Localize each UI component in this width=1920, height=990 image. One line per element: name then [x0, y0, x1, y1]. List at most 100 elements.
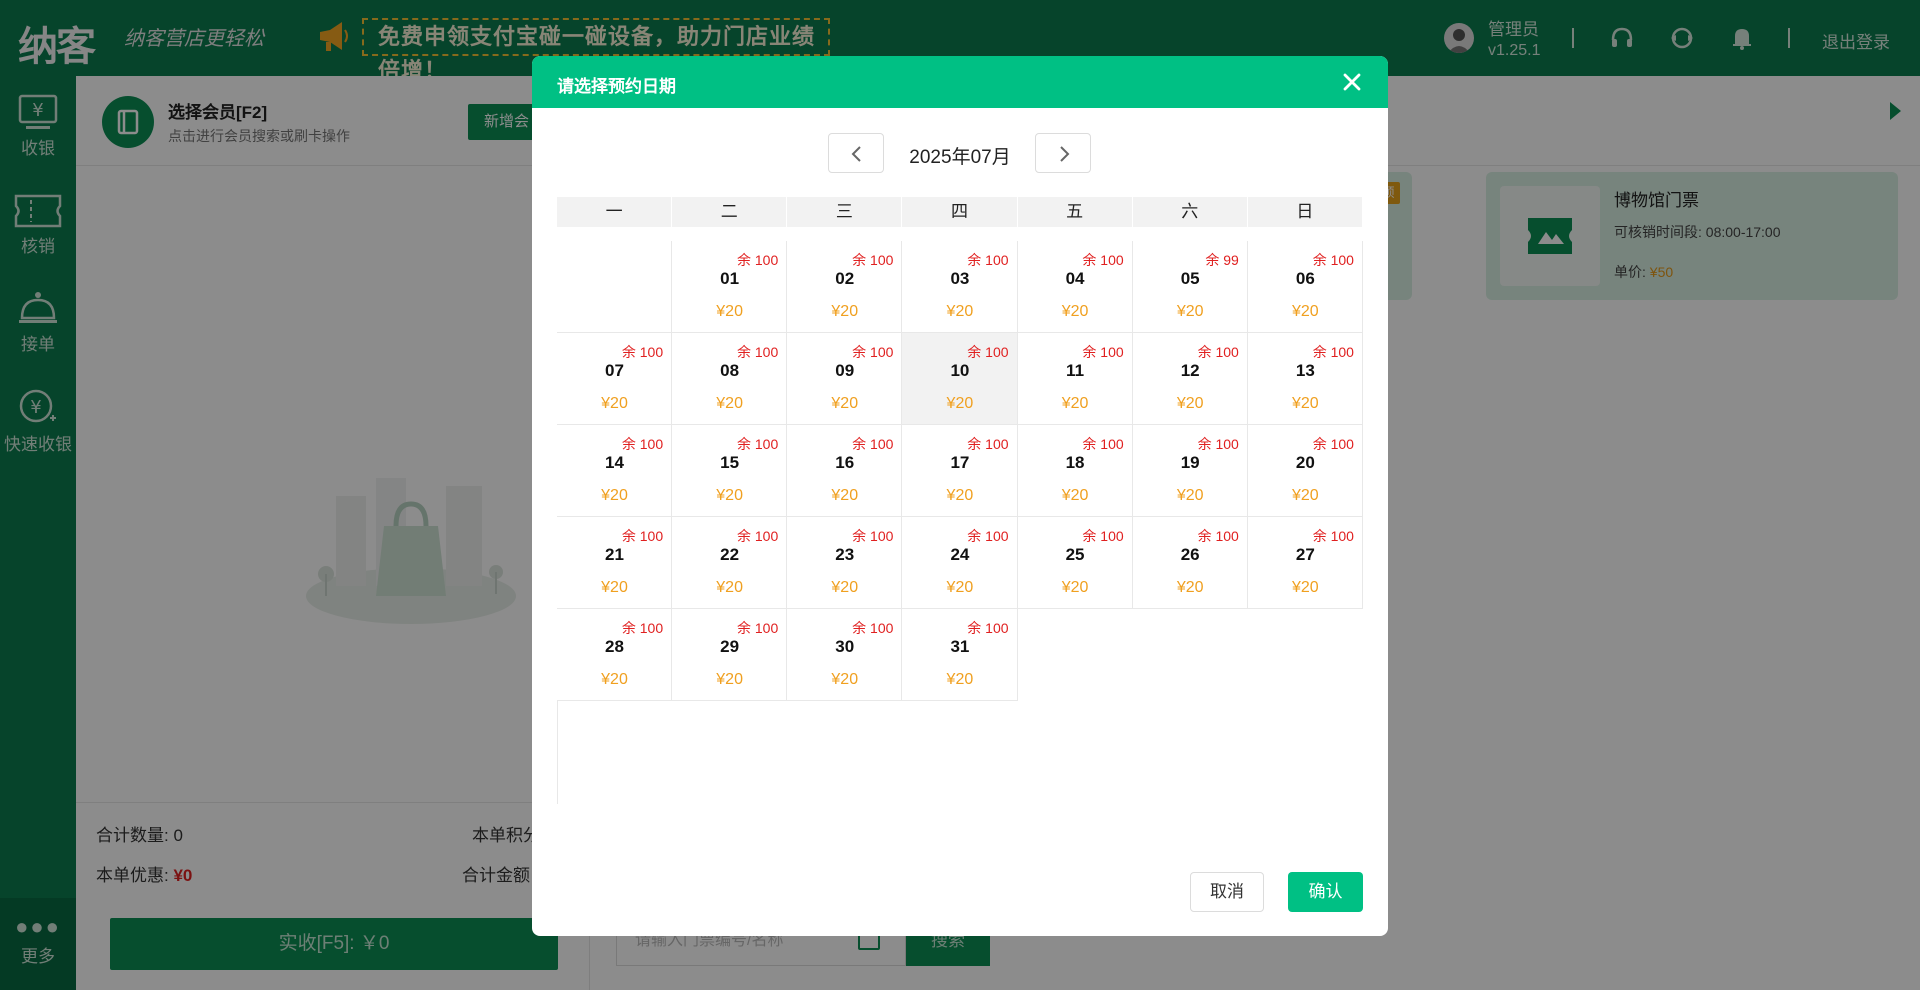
- day-price: ¥20: [831, 303, 859, 320]
- day-remaining: 余 100: [737, 620, 779, 636]
- calendar-day-cell[interactable]: 余 100 07 ¥20: [557, 333, 673, 425]
- calendar-day-cell[interactable]: 余 100 29 ¥20: [672, 609, 788, 701]
- day-number: 10: [950, 361, 970, 380]
- calendar-day-cell[interactable]: 余 100 28 ¥20: [557, 609, 673, 701]
- close-icon[interactable]: [1340, 70, 1364, 94]
- day-remaining: 余 100: [737, 436, 779, 452]
- day-number: 17: [950, 453, 970, 472]
- day-remaining: 余 100: [1312, 436, 1354, 452]
- day-number: 16: [835, 453, 855, 472]
- day-number: 24: [950, 545, 970, 564]
- day-price: ¥20: [831, 671, 859, 688]
- day-remaining: 余 100: [1082, 436, 1124, 452]
- calendar-day-cell[interactable]: 余 100 13 ¥20: [1247, 333, 1363, 425]
- day-remaining: 余 100: [621, 528, 664, 544]
- day-number: 27: [1295, 545, 1315, 564]
- calendar-day-cell[interactable]: 余 100 09 ¥20: [787, 333, 903, 425]
- day-price: ¥20: [601, 487, 628, 504]
- day-number: 28: [605, 637, 624, 656]
- calendar-day-cell[interactable]: 余 100 15 ¥20: [672, 425, 788, 517]
- calendar-day-cell[interactable]: 余 100 06 ¥20: [1247, 241, 1363, 333]
- weekday-mon: 一: [557, 197, 673, 227]
- day-price: ¥20: [946, 487, 974, 504]
- day-price: ¥20: [1061, 395, 1089, 412]
- calendar-day-cell[interactable]: 余 100 26 ¥20: [1132, 517, 1248, 609]
- calendar-day-cell[interactable]: 余 100 24 ¥20: [902, 517, 1018, 609]
- calendar-day-cell[interactable]: 余 100 27 ¥20: [1247, 517, 1363, 609]
- calendar-day-cell[interactable]: 余 100 14 ¥20: [557, 425, 673, 517]
- day-number: 25: [1065, 545, 1085, 564]
- day-number: 19: [1180, 453, 1200, 472]
- day-price: ¥20: [601, 579, 628, 596]
- day-remaining: 余 100: [1082, 344, 1124, 360]
- day-price: ¥20: [716, 671, 743, 688]
- day-price: ¥20: [1176, 579, 1204, 596]
- calendar-day-cell[interactable]: 余 100 03 ¥20: [902, 241, 1018, 333]
- calendar-day-cell[interactable]: 余 100 17 ¥20: [902, 425, 1018, 517]
- calendar-day-cell[interactable]: 余 100 12 ¥20: [1132, 333, 1248, 425]
- day-number: 22: [720, 545, 740, 564]
- day-price: ¥20: [1176, 303, 1204, 320]
- day-remaining: 余 100: [621, 436, 664, 452]
- day-remaining: 余 100: [967, 436, 1009, 452]
- day-remaining: 余 100: [852, 620, 894, 636]
- day-remaining: 余 100: [737, 252, 779, 268]
- calendar-day-cell[interactable]: 余 100 02 ¥20: [787, 241, 903, 333]
- confirm-button[interactable]: 确认: [1288, 872, 1363, 912]
- current-month: 2025年07月: [909, 147, 1011, 168]
- day-price: ¥20: [1291, 487, 1319, 504]
- day-price: ¥20: [1061, 579, 1089, 596]
- day-number: 09: [835, 361, 855, 380]
- day-price: ¥20: [831, 579, 859, 596]
- day-price: ¥20: [716, 579, 743, 596]
- chevron-left-icon: [851, 146, 861, 162]
- calendar-day-cell[interactable]: 余 100 21 ¥20: [557, 517, 673, 609]
- day-price: ¥20: [1291, 579, 1319, 596]
- day-number: 31: [950, 637, 970, 656]
- day-remaining: 余 100: [1082, 252, 1124, 268]
- day-number: 20: [1295, 453, 1315, 472]
- calendar-day-cell[interactable]: 余 100 16 ¥20: [787, 425, 903, 517]
- day-price: ¥20: [1061, 487, 1089, 504]
- day-remaining: 余 100: [1312, 528, 1354, 544]
- day-price: ¥20: [601, 395, 628, 412]
- next-month-button[interactable]: [1035, 133, 1091, 173]
- calendar-day-cell[interactable]: 余 100 11 ¥20: [1017, 333, 1133, 425]
- calendar-day-cell[interactable]: 余 100 22 ¥20: [672, 517, 788, 609]
- prev-month-button[interactable]: [828, 133, 884, 173]
- day-number: 30: [835, 637, 855, 656]
- chevron-right-icon: [1060, 146, 1070, 162]
- calendar-day-cell[interactable]: 余 100 19 ¥20: [1132, 425, 1248, 517]
- day-remaining: 余 100: [621, 620, 664, 636]
- day-remaining: 余 100: [967, 620, 1009, 636]
- day-number: 02: [835, 269, 855, 288]
- calendar-day-cell[interactable]: 余 100 23 ¥20: [787, 517, 903, 609]
- day-remaining: 余 100: [967, 528, 1009, 544]
- calendar-day-cell[interactable]: 余 99 05 ¥20: [1132, 241, 1248, 333]
- day-remaining: 余 100: [852, 344, 894, 360]
- calendar-day-cell[interactable]: 余 100 30 ¥20: [787, 609, 903, 701]
- cancel-button[interactable]: 取消: [1190, 872, 1264, 912]
- day-number: 03: [950, 269, 970, 288]
- day-number: 04: [1065, 269, 1085, 288]
- calendar-day-cell[interactable]: 余 100 18 ¥20: [1017, 425, 1133, 517]
- weekday-wed: 三: [787, 197, 903, 227]
- day-number: 07: [605, 361, 624, 380]
- day-remaining: 余 100: [621, 344, 664, 360]
- calendar-day-cell[interactable]: 余 100 31 ¥20: [902, 609, 1018, 701]
- date-picker-modal: 请选择预约日期 2025年07月 一 二 三 四 五 六 日 余 100 01 ¥2…: [532, 56, 1388, 936]
- modal-header: 请选择预约日期: [532, 56, 1388, 108]
- day-remaining: 余 100: [1312, 252, 1354, 268]
- day-remaining: 余 99: [1205, 252, 1239, 268]
- day-remaining: 余 100: [967, 252, 1009, 268]
- modal-title: 请选择预约日期: [557, 77, 676, 96]
- calendar-day-cell[interactable]: 余 100 25 ¥20: [1017, 517, 1133, 609]
- calendar-day-cell[interactable]: 余 100 08 ¥20: [672, 333, 788, 425]
- day-price: ¥20: [716, 487, 743, 504]
- day-price: ¥20: [601, 671, 628, 688]
- calendar-day-cell[interactable]: 余 100 01 ¥20: [672, 241, 788, 333]
- calendar-day-cell[interactable]: 余 100 10 ¥20: [902, 333, 1018, 425]
- day-number: 06: [1295, 269, 1315, 288]
- calendar-day-cell[interactable]: 余 100 20 ¥20: [1247, 425, 1363, 517]
- calendar-day-cell[interactable]: 余 100 04 ¥20: [1017, 241, 1133, 333]
